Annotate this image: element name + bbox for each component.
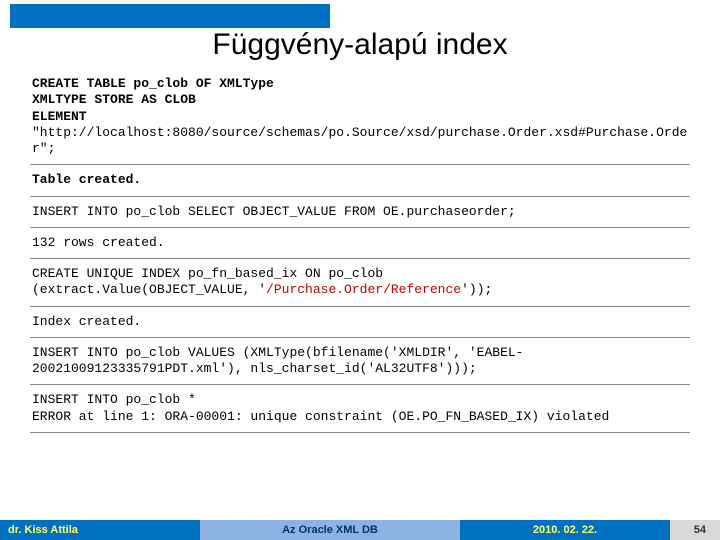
code-line: (extract.Value(OBJECT_VALUE, '/Purchase.… (32, 282, 492, 297)
code-line: INSERT INTO po_clob SELECT OBJECT_VALUE … (32, 204, 516, 219)
footer-bar: dr. Kiss Attila Az Oracle XML DB 2010. 0… (0, 520, 720, 540)
error-line: ERROR at line 1: ORA-00001: unique const… (32, 409, 609, 424)
output-line: Table created. (32, 172, 141, 187)
footer-date: 2010. 02. 22. (460, 520, 670, 540)
code-block-insert-values: INSERT INTO po_clob VALUES (XMLType(bfil… (30, 338, 690, 386)
footer-subject: Az Oracle XML DB (200, 520, 460, 540)
code-block-create-table: CREATE TABLE po_clob OF XMLType XMLTYPE … (30, 74, 690, 165)
xpath-reference: /Purchase.Order/Reference (266, 282, 461, 297)
slide-title: Függvény-alapú index (0, 28, 720, 62)
code-block-create-index: CREATE UNIQUE INDEX po_fn_based_ix ON po… (30, 259, 690, 307)
content-area: CREATE TABLE po_clob OF XMLType XMLTYPE … (30, 74, 690, 504)
output-index-created: Index created. (30, 307, 690, 338)
code-line: ELEMENT (32, 109, 87, 124)
code-line: INSERT INTO po_clob * (32, 392, 196, 407)
output-line: Index created. (32, 314, 141, 329)
code-line: CREATE UNIQUE INDEX po_fn_based_ix ON po… (32, 266, 383, 281)
code-line: "http://localhost:8080/source/schemas/po… (32, 125, 687, 156)
output-table-created: Table created. (30, 165, 690, 196)
footer-author: dr. Kiss Attila (0, 520, 200, 540)
code-block-insert-select: INSERT INTO po_clob SELECT OBJECT_VALUE … (30, 197, 690, 228)
footer-page-number: 54 (670, 520, 720, 540)
code-line: INSERT INTO po_clob VALUES (XMLType(bfil… (32, 345, 523, 376)
code-line: CREATE TABLE po_clob OF XMLType (32, 76, 274, 91)
accent-bar (10, 4, 330, 28)
output-rows-created: 132 rows created. (30, 228, 690, 259)
code-line: XMLTYPE STORE AS CLOB (32, 92, 196, 107)
code-block-error: INSERT INTO po_clob * ERROR at line 1: O… (30, 385, 690, 433)
output-line: 132 rows created. (32, 235, 165, 250)
